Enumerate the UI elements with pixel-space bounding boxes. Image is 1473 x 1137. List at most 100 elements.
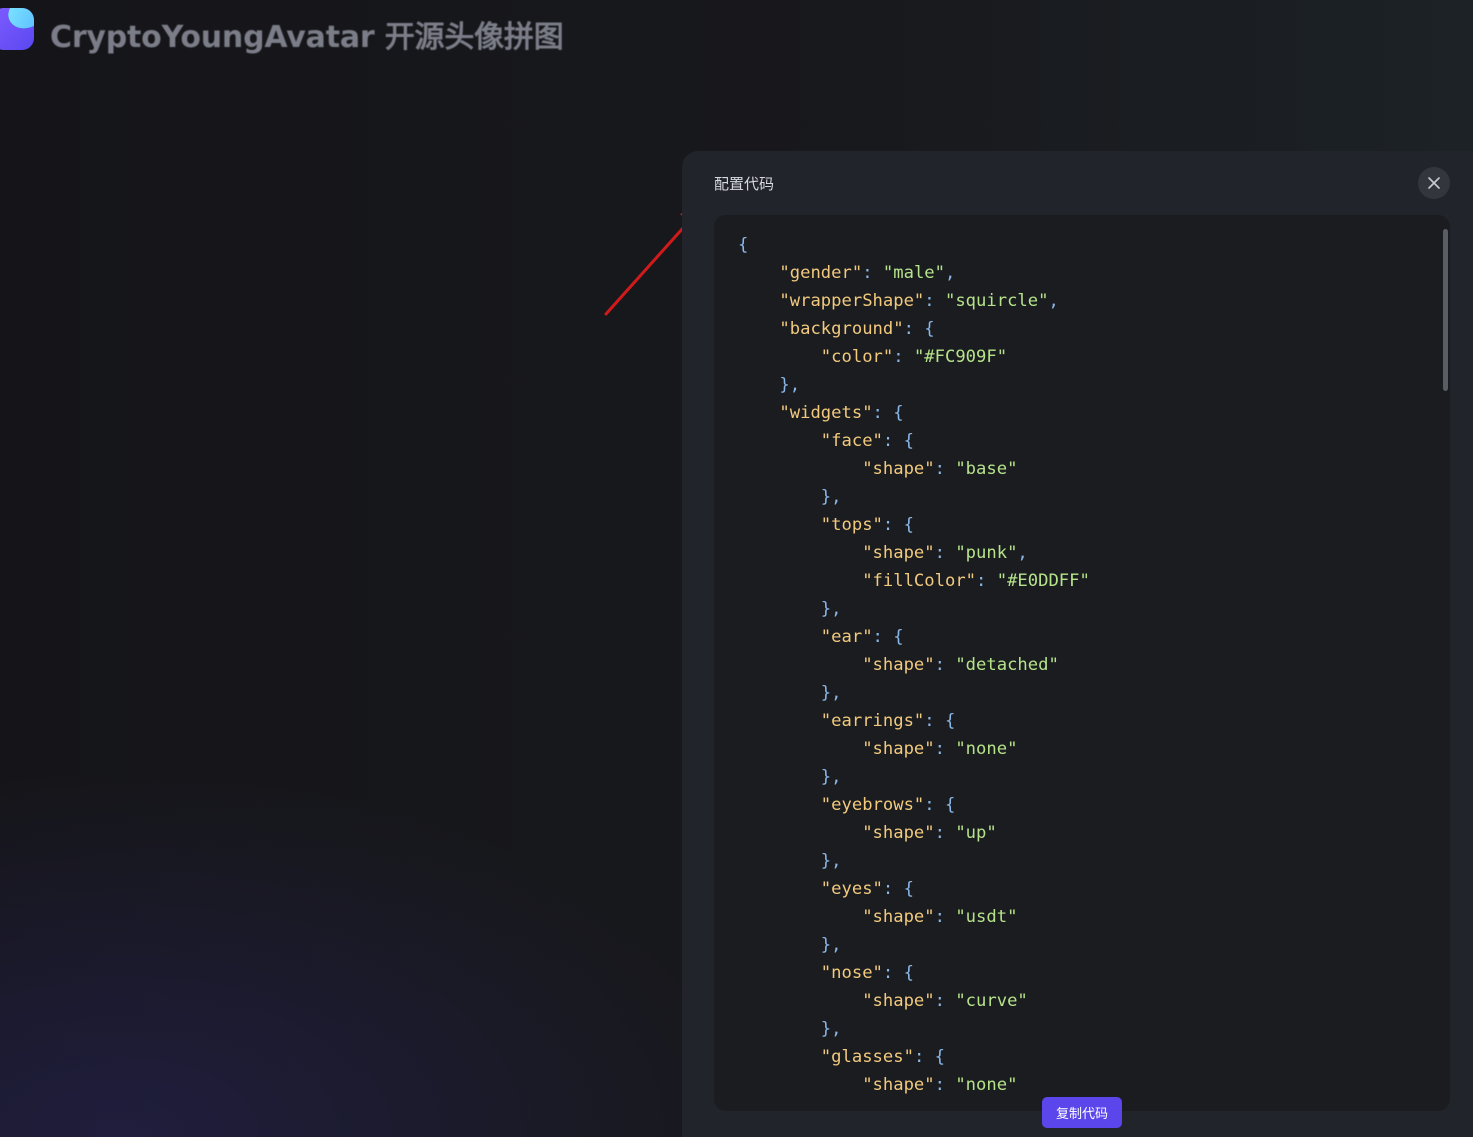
code-token: "wrapperShape" bbox=[779, 291, 925, 311]
code-token: }, bbox=[738, 935, 842, 955]
code-token: "detached" bbox=[955, 655, 1059, 675]
close-icon bbox=[1428, 177, 1440, 189]
code-token: : { bbox=[913, 1047, 945, 1067]
code-token: : bbox=[934, 543, 956, 563]
code-token: "base" bbox=[955, 459, 1018, 479]
code-token: : bbox=[934, 907, 956, 927]
code-token: "shape" bbox=[862, 459, 935, 479]
code-line: "glasses": { bbox=[738, 1043, 1090, 1071]
code-token: : { bbox=[882, 879, 914, 899]
code-token: : { bbox=[924, 711, 956, 731]
code-token: { bbox=[738, 235, 749, 255]
config-code-drawer: 配置代码 { "gender": "male", "wrapperShape":… bbox=[682, 151, 1473, 1137]
code-line: }, bbox=[738, 679, 1090, 707]
code-line: "background": { bbox=[738, 315, 1090, 343]
drawer-title: 配置代码 bbox=[714, 175, 775, 193]
code-line: "shape": "up" bbox=[738, 819, 1090, 847]
code-token: }, bbox=[738, 851, 842, 871]
json-code: { "gender": "male", "wrapperShape": "squ… bbox=[738, 231, 1090, 1099]
code-line: "fillColor": "#E0DDFF" bbox=[738, 567, 1090, 595]
code-token: "eyes" bbox=[820, 879, 883, 899]
code-token: "ear" bbox=[820, 627, 873, 647]
code-token: "#FC909F" bbox=[913, 347, 1008, 367]
code-token: "tops" bbox=[820, 515, 883, 535]
code-token: }, bbox=[738, 599, 842, 619]
code-token: "shape" bbox=[862, 543, 935, 563]
code-line: "eyebrows": { bbox=[738, 791, 1090, 819]
code-line: "widgets": { bbox=[738, 399, 1090, 427]
code-line: "nose": { bbox=[738, 959, 1090, 987]
code-token: "punk" bbox=[955, 543, 1018, 563]
code-token: }, bbox=[738, 1019, 842, 1039]
code-token: "eyebrows" bbox=[820, 795, 925, 815]
app-logo bbox=[0, 8, 34, 50]
code-token: "squircle" bbox=[944, 291, 1049, 311]
code-token: : { bbox=[924, 795, 956, 815]
code-token: "shape" bbox=[862, 739, 935, 759]
code-token: : { bbox=[882, 515, 914, 535]
code-token: "background" bbox=[779, 319, 904, 339]
code-token: : bbox=[934, 655, 956, 675]
code-block[interactable]: { "gender": "male", "wrapperShape": "squ… bbox=[714, 215, 1450, 1111]
code-token: : { bbox=[872, 403, 904, 423]
code-line: "shape": "punk", bbox=[738, 539, 1090, 567]
code-token: "fillColor" bbox=[862, 571, 977, 591]
code-token: "shape" bbox=[862, 1075, 935, 1095]
code-token: "male" bbox=[882, 263, 945, 283]
code-line: "shape": "usdt" bbox=[738, 903, 1090, 931]
code-token: : bbox=[934, 459, 956, 479]
code-token: "shape" bbox=[862, 823, 935, 843]
code-line: "ear": { bbox=[738, 623, 1090, 651]
code-token: "color" bbox=[820, 347, 894, 367]
code-token: "nose" bbox=[820, 963, 883, 983]
code-token: : bbox=[976, 571, 997, 591]
code-token: : { bbox=[882, 963, 914, 983]
code-line: "color": "#FC909F" bbox=[738, 343, 1090, 371]
code-token: "widgets" bbox=[779, 403, 873, 423]
code-token: "earrings" bbox=[820, 711, 925, 731]
code-token: : bbox=[934, 823, 956, 843]
code-token: "curve" bbox=[955, 991, 1028, 1011]
code-line: }, bbox=[738, 595, 1090, 623]
code-token: }, bbox=[738, 767, 842, 787]
code-line: }, bbox=[738, 847, 1090, 875]
close-button[interactable] bbox=[1418, 167, 1450, 199]
code-line: "shape": "none" bbox=[738, 1071, 1090, 1099]
code-line: "face": { bbox=[738, 427, 1090, 455]
code-token: : bbox=[934, 1075, 956, 1095]
code-token: "shape" bbox=[862, 907, 935, 927]
code-line: }, bbox=[738, 483, 1090, 511]
code-line: "eyes": { bbox=[738, 875, 1090, 903]
code-token: : { bbox=[882, 431, 914, 451]
code-token: , bbox=[945, 263, 956, 283]
code-token: : bbox=[924, 291, 945, 311]
code-token: : { bbox=[903, 319, 935, 339]
code-token: : bbox=[862, 263, 883, 283]
code-token: "#E0DDFF" bbox=[996, 571, 1090, 591]
code-token: "gender" bbox=[779, 263, 863, 283]
code-token: : bbox=[893, 347, 914, 367]
code-token: , bbox=[1048, 291, 1059, 311]
code-line: { bbox=[738, 231, 1090, 259]
code-line: }, bbox=[738, 1015, 1090, 1043]
code-line: }, bbox=[738, 371, 1090, 399]
copy-code-button[interactable]: 复制代码 bbox=[1042, 1097, 1122, 1128]
code-scrollbar[interactable] bbox=[1443, 229, 1448, 391]
code-token: : bbox=[934, 991, 956, 1011]
